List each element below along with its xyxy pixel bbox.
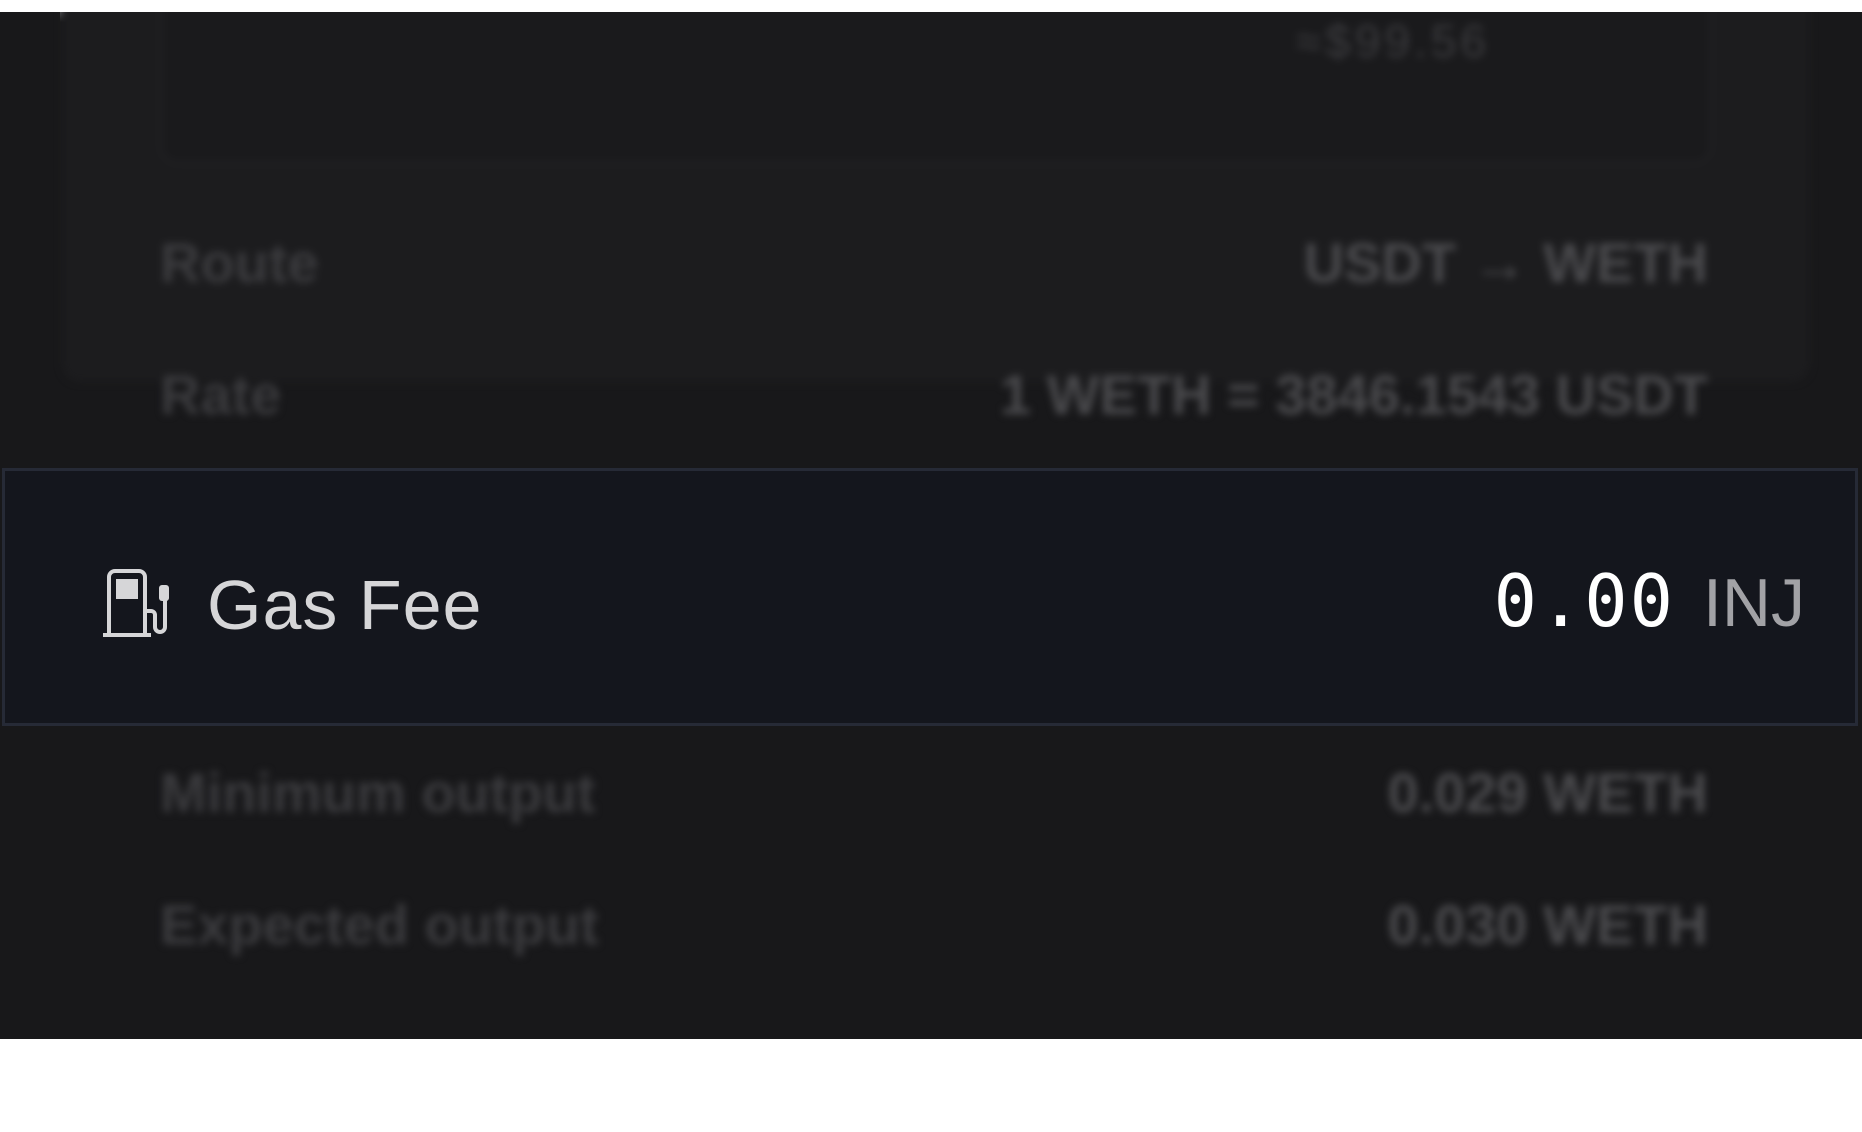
- expected-output-label: Expected output: [160, 893, 599, 956]
- route-row: Route USDT → WETH: [160, 230, 1708, 295]
- minimum-output-value: 0.029 WETH: [1387, 761, 1708, 824]
- gas-fee-unit: INJ: [1703, 565, 1805, 641]
- expected-output-value: 0.030 WETH: [1387, 893, 1708, 956]
- gas-fee-amount: 0.00: [1493, 559, 1675, 643]
- minimum-output-label: Minimum output: [160, 761, 596, 824]
- rate-value: 1 WETH = 3846.1543 USDT: [999, 363, 1708, 426]
- rate-row: Rate 1 WETH = 3846.1543 USDT: [160, 362, 1708, 427]
- route-label: Route: [160, 231, 319, 294]
- usd-value: ≈$99.56: [1296, 15, 1490, 67]
- expected-output-row: Expected output 0.030 WETH: [160, 892, 1708, 957]
- minimum-output-row: Minimum output 0.029 WETH: [160, 760, 1708, 825]
- gas-fee-label: Gas Fee: [207, 566, 483, 644]
- swap-details-panel: ≈$99.56 Route USDT → WETH Rate 1 WETH = …: [0, 12, 1862, 1039]
- route-value: USDT → WETH: [1303, 231, 1708, 294]
- rate-label: Rate: [160, 363, 282, 426]
- gas-fee-value: 0.00 INJ: [1494, 559, 1805, 643]
- gas-pump-icon: [103, 569, 169, 637]
- amount-box: ≈$99.56: [160, 12, 1712, 164]
- gas-fee-row: Gas Fee 0.00 INJ: [2, 468, 1858, 726]
